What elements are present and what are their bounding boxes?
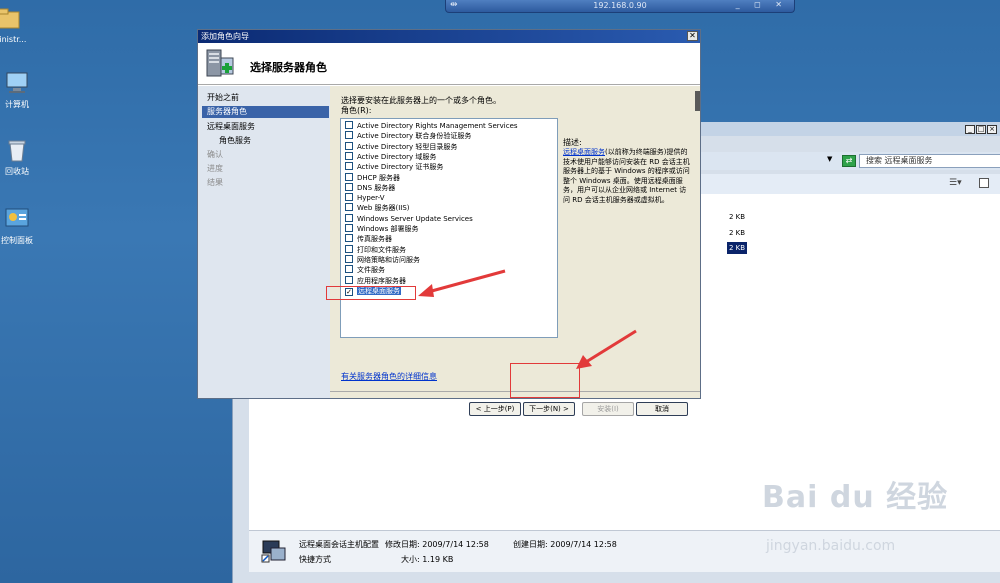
- watermark-brand: Bai du 经验: [762, 480, 949, 515]
- baidu-watermark: Bai du 经验 jingyan.baidu.com: [762, 472, 949, 554]
- watermark-url: jingyan.baidu.com: [766, 538, 896, 554]
- arrow-line-to-next: [585, 329, 637, 364]
- arrow-head-icon: [418, 284, 434, 297]
- arrow-line-to-checkbox: [427, 269, 506, 294]
- arrow-head-icon: [576, 355, 592, 369]
